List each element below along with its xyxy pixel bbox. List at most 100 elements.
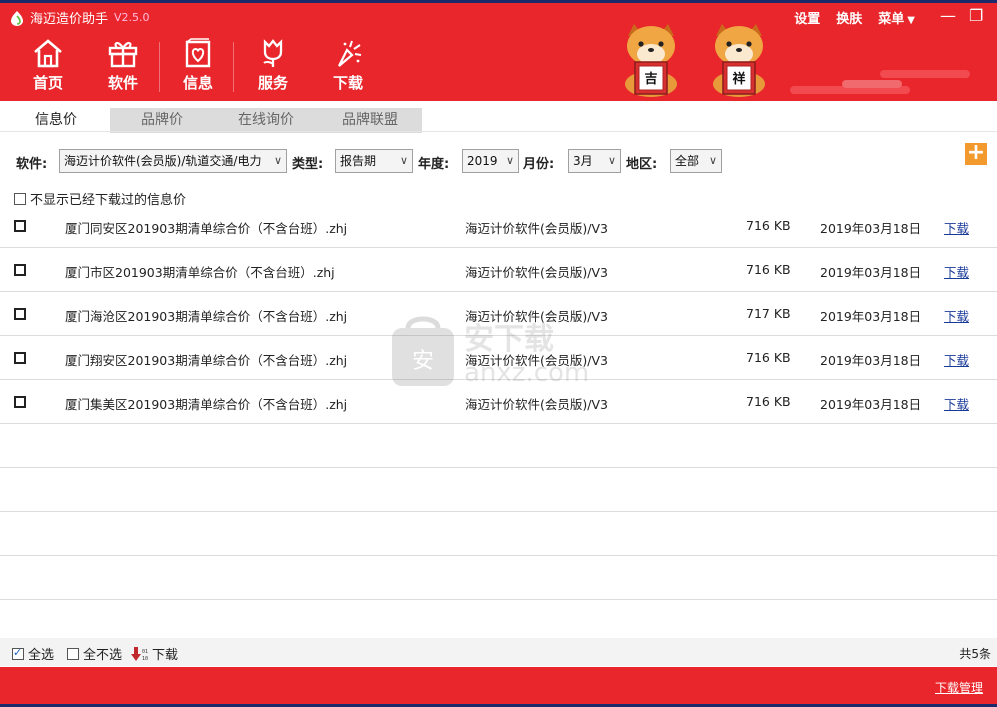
row-checkbox[interactable] <box>14 264 26 276</box>
menu-link-label: 菜单 <box>878 12 905 27</box>
nav-home[interactable]: 首页 <box>12 38 84 94</box>
nav-divider <box>233 42 234 92</box>
filter-bar: 软件: 海迈计价软件(会员版)/轨道交通/电力 ∨ 类型: 报告期 ∨ 年度: … <box>0 146 997 176</box>
year-select-value: 2019 <box>467 154 498 168</box>
header-top-line <box>0 0 997 3</box>
file-date: 2019年03月18日 <box>820 397 922 412</box>
heart-card-icon <box>185 38 211 68</box>
tab-online-inquiry[interactable]: 在线询价 <box>214 108 318 133</box>
tab-brand-price[interactable]: 品牌价 <box>110 108 214 133</box>
month-select[interactable]: 3月 ∨ <box>568 149 621 173</box>
file-name: 厦门海沧区201903期清单综合价（不含台班）.zhj <box>65 309 348 324</box>
plus-icon: + <box>966 140 986 165</box>
settings-link[interactable]: 设置 <box>794 8 820 27</box>
shield-bag-icon: 安 <box>392 316 454 386</box>
download-manager-link[interactable]: 下载管理 <box>935 679 983 696</box>
select-none-option[interactable]: 全不选 <box>67 644 122 663</box>
download-arrow-icon: 01 10 <box>131 646 148 662</box>
nav-service[interactable]: 服务 <box>237 38 309 94</box>
row-checkbox[interactable] <box>14 220 26 232</box>
gift-icon <box>108 42 138 68</box>
year-select[interactable]: 2019 ∨ <box>462 149 519 173</box>
file-date: 2019年03月18日 <box>820 265 922 280</box>
watermark-subtext: anxz.com <box>464 358 590 388</box>
select-all-option[interactable]: 全选 <box>12 644 54 663</box>
region-select-value: 全部 <box>675 154 700 168</box>
download-link[interactable]: 下载 <box>944 262 969 281</box>
svg-text:10: 10 <box>142 656 148 662</box>
empty-row <box>0 468 997 512</box>
nav-software-label: 软件 <box>107 74 138 92</box>
software-filter-label: 软件: <box>16 157 48 172</box>
chevron-down-icon: ∨ <box>273 154 282 167</box>
type-select-value: 报告期 <box>340 154 377 168</box>
nav-download[interactable]: 下载 <box>312 38 384 94</box>
tulip-icon <box>263 39 283 67</box>
batch-download-label: 下载 <box>152 648 179 663</box>
row-checkbox[interactable] <box>14 352 26 364</box>
select-none-checkbox[interactable] <box>67 647 79 660</box>
menu-link[interactable]: 菜单 ▼ <box>878 8 915 27</box>
select-none-label: 全不选 <box>83 648 123 663</box>
download-link[interactable]: 下载 <box>944 218 969 237</box>
nav-service-label: 服务 <box>257 74 288 92</box>
minimize-button[interactable]: — <box>940 6 956 25</box>
app-title-group: 海迈造价助手 V2.5.0 <box>10 8 150 27</box>
nav-info-label: 信息 <box>182 74 213 92</box>
list-item: 厦门市区201903期清单综合价（不含台班）.zhj 海迈计价软件(会员版)/V… <box>0 248 997 292</box>
region-select[interactable]: 全部 ∨ <box>670 149 722 173</box>
tab-divider <box>0 131 997 132</box>
download-link[interactable]: 下载 <box>944 306 969 325</box>
file-date: 2019年03月18日 <box>820 309 922 324</box>
month-filter-label: 月份: <box>523 157 555 172</box>
tab-brand-alliance[interactable]: 品牌联盟 <box>318 108 422 133</box>
chevron-down-icon: ∨ <box>607 154 616 167</box>
fireworks-icon <box>338 40 362 67</box>
svg-text:安: 安 <box>412 349 434 374</box>
select-all-label: 全选 <box>28 648 55 663</box>
software-select-value: 海迈计价软件(会员版)/轨道交通/电力 <box>64 154 262 168</box>
file-size: 717 KB <box>746 306 791 321</box>
type-filter-label: 类型: <box>292 157 324 172</box>
status-bar: 下载管理 <box>0 667 997 707</box>
chevron-down-icon: ▼ <box>907 15 915 26</box>
file-software: 海迈计价软件(会员版)/V3 <box>465 265 608 280</box>
watermark: 安 安下载 anxz.com <box>388 310 608 394</box>
file-size: 716 KB <box>746 218 791 233</box>
file-software: 海迈计价软件(会员版)/V3 <box>465 397 608 412</box>
type-select[interactable]: 报告期 ∨ <box>335 149 413 173</box>
empty-row <box>0 556 997 600</box>
batch-download-button[interactable]: 01 10 下载 <box>131 644 178 663</box>
nav-download-label: 下载 <box>332 74 363 92</box>
app-version: V2.5.0 <box>114 11 150 24</box>
file-software: 海迈计价软件(会员版)/V3 <box>465 221 608 236</box>
tab-bar: 信息价 品牌价 在线询价 品牌联盟 <box>0 101 997 134</box>
skin-link[interactable]: 换肤 <box>836 8 862 27</box>
file-size: 716 KB <box>746 394 791 409</box>
hide-downloaded-checkbox[interactable] <box>14 192 26 205</box>
mascot-dog-left-icon: 吉 <box>625 24 677 97</box>
nav-software[interactable]: 软件 <box>87 38 159 94</box>
list-item: 厦门同安区201903期清单综合价（不含台班）.zhj 海迈计价软件(会员版)/… <box>0 204 997 248</box>
nav-info[interactable]: 信息 <box>162 38 234 94</box>
software-select[interactable]: 海迈计价软件(会员版)/轨道交通/电力 ∨ <box>59 149 287 173</box>
decor-swoosh <box>842 80 902 88</box>
nav-home-label: 首页 <box>32 74 63 92</box>
file-name: 厦门市区201903期清单综合价（不含台班）.zhj <box>65 265 335 280</box>
restore-button[interactable]: ❐ <box>969 6 983 25</box>
download-link[interactable]: 下载 <box>944 394 969 413</box>
year-filter-label: 年度: <box>418 157 450 172</box>
file-size: 716 KB <box>746 350 791 365</box>
download-link[interactable]: 下载 <box>944 350 969 369</box>
add-button[interactable]: + <box>965 140 987 165</box>
chevron-down-icon: ∨ <box>505 154 514 167</box>
file-name: 厦门同安区201903期清单综合价（不含台班）.zhj <box>65 221 348 236</box>
file-name: 厦门集美区201903期清单综合价（不含台班）.zhj <box>65 397 348 412</box>
row-checkbox[interactable] <box>14 396 26 408</box>
top-links: 设置 换肤 菜单 ▼ <box>778 8 915 27</box>
tab-info-price[interactable]: 信息价 <box>4 108 108 133</box>
chevron-down-icon: ∨ <box>399 154 408 167</box>
row-checkbox[interactable] <box>14 308 26 320</box>
select-all-checkbox[interactable] <box>12 646 24 660</box>
footer-bar: 全选 全不选 01 10 下载 共5条 <box>0 638 997 666</box>
